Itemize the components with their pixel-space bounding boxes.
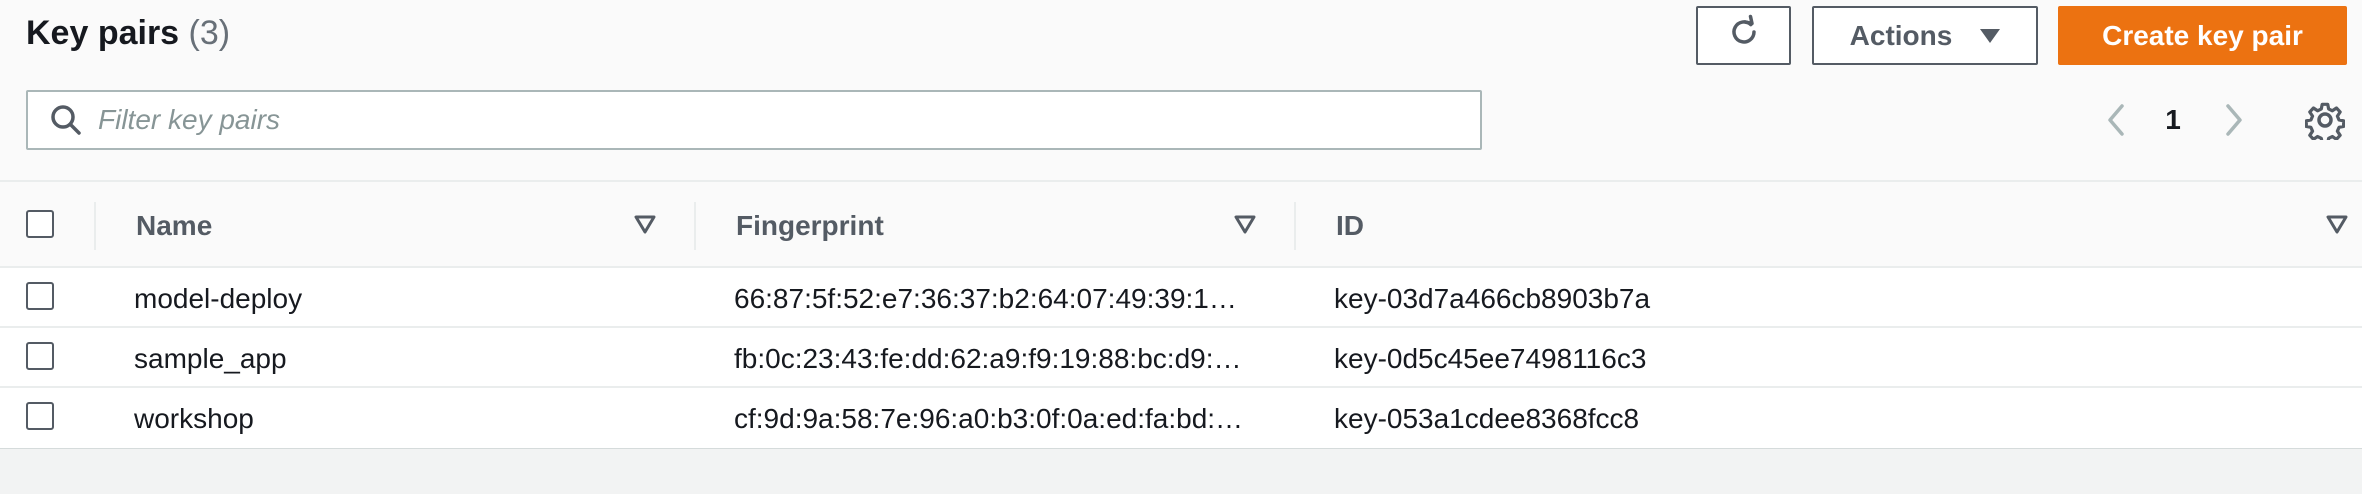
column-header-fingerprint[interactable]: Fingerprint xyxy=(736,210,884,242)
table-row[interactable]: workshop cf:9d:9a:58:7e:96:a0:b3:0f:0a:e… xyxy=(0,388,2362,448)
row-checkbox[interactable] xyxy=(26,402,54,430)
actions-label: Actions xyxy=(1849,19,1953,51)
table-row[interactable]: sample_app fb:0c:23:43:fe:dd:62:a9:f9:19… xyxy=(0,328,2362,388)
column-divider xyxy=(94,202,96,250)
caret-down-icon xyxy=(1980,28,2001,43)
column-header-id[interactable]: ID xyxy=(1336,210,1364,242)
table-preferences-button[interactable] xyxy=(2304,100,2346,145)
previous-page-button[interactable] xyxy=(2100,100,2132,140)
refresh-icon xyxy=(1726,14,1762,57)
refresh-button[interactable] xyxy=(1696,6,1791,65)
cell-fingerprint: 66:87:5f:52:e7:36:37:b2:64:07:49:39:1… xyxy=(734,283,1237,314)
next-page-button[interactable] xyxy=(2218,100,2250,140)
gear-icon xyxy=(2304,102,2346,145)
column-divider[interactable] xyxy=(1294,202,1296,250)
current-page-number[interactable]: 1 xyxy=(2158,104,2188,136)
panel-header: Key pairs (3) Actions Create key pair Fi… xyxy=(0,0,2362,180)
create-key-pair-button[interactable]: Create key pair xyxy=(2058,6,2347,65)
cell-id: key-03d7a466cb8903b7a xyxy=(1334,283,1651,314)
sort-down-icon[interactable] xyxy=(1234,215,1256,235)
search-icon xyxy=(48,102,84,138)
table-header: Name Fingerprint ID xyxy=(0,180,2362,268)
sort-down-icon[interactable] xyxy=(634,215,656,235)
row-checkbox[interactable] xyxy=(26,342,54,370)
key-pairs-panel: Key pairs (3) Actions Create key pair Fi… xyxy=(0,0,2362,449)
cell-name: sample_app xyxy=(134,343,287,374)
sort-down-icon[interactable] xyxy=(2326,215,2348,235)
cell-id: key-053a1cdee8368fcc8 xyxy=(1334,403,1640,434)
actions-dropdown-button[interactable]: Actions xyxy=(1812,6,2038,65)
table-row[interactable]: model-deploy 66:87:5f:52:e7:36:37:b2:64:… xyxy=(0,268,2362,328)
chevron-right-icon xyxy=(2218,104,2250,144)
select-all-checkbox[interactable] xyxy=(26,210,54,238)
filter-key-pairs-input[interactable] xyxy=(98,100,1448,140)
cell-name: model-deploy xyxy=(134,283,303,314)
cell-fingerprint: fb:0c:23:43:fe:dd:62:a9:f9:19:88:bc:d9:… xyxy=(734,343,1242,374)
cell-id: key-0d5c45ee7498116c3 xyxy=(1334,343,1647,374)
page-title: Key pairs (3) xyxy=(26,14,230,53)
column-header-name[interactable]: Name xyxy=(136,210,212,242)
key-pairs-count: (3) xyxy=(188,14,231,52)
chevron-left-icon xyxy=(2100,104,2132,144)
page-title-text: Key pairs xyxy=(26,14,180,52)
filter-search-box xyxy=(26,90,1482,150)
column-divider[interactable] xyxy=(694,202,696,250)
cell-name: workshop xyxy=(134,403,254,434)
cell-fingerprint: cf:9d:9a:58:7e:96:a0:b3:0f:0a:ed:fa:bd:… xyxy=(734,403,1244,434)
row-checkbox[interactable] xyxy=(26,282,54,310)
